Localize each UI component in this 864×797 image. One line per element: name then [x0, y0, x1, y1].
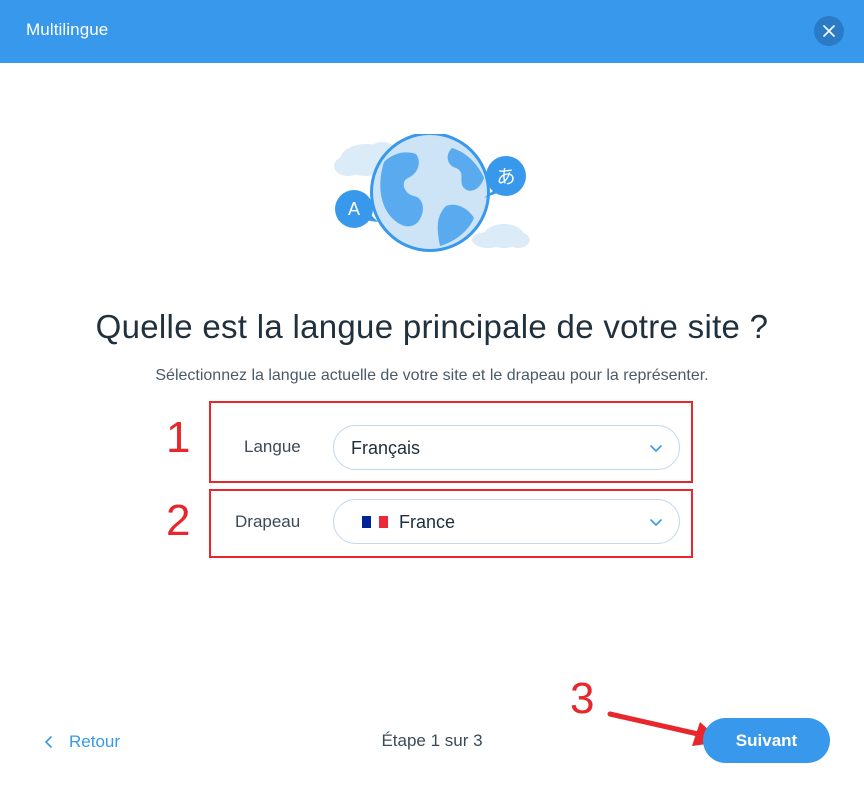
flag-select-value: France: [399, 512, 456, 532]
close-button[interactable]: [814, 16, 844, 46]
chevron-down-icon: [650, 445, 662, 453]
language-select-value: Français: [351, 438, 421, 458]
annotation-number-1: 1: [166, 413, 191, 462]
svg-text:A: A: [348, 199, 360, 219]
translation-bubble-hiragana-icon: あ: [484, 156, 526, 198]
next-button[interactable]: Suivant: [703, 718, 830, 763]
language-label: Langue: [244, 437, 301, 456]
dialog-header: Multilingue: [0, 0, 864, 63]
annotation-number-3: 3: [570, 674, 595, 723]
next-button-label: Suivant: [735, 730, 798, 750]
flag-select[interactable]: France: [333, 499, 680, 544]
multilingual-dialog: Multilingue A あ Quelle est la langue pri…: [0, 0, 864, 797]
flag-label: Drapeau: [235, 512, 301, 531]
page-title: Quelle est la langue principale de votre…: [95, 308, 769, 345]
dialog-title: Multilingue: [26, 20, 109, 39]
close-icon: [823, 25, 835, 37]
svg-text:あ: あ: [496, 166, 515, 188]
annotation-number-2: 2: [166, 496, 191, 545]
france-flag-icon: [362, 516, 389, 528]
cloud-right-icon: [472, 224, 530, 248]
language-select[interactable]: Français: [333, 425, 680, 470]
chevron-down-icon: [650, 519, 662, 527]
globe-icon: [370, 134, 490, 252]
globe-illustration: A あ: [334, 134, 530, 252]
page-subtitle: Sélectionnez la langue actuelle de votre…: [155, 367, 709, 384]
